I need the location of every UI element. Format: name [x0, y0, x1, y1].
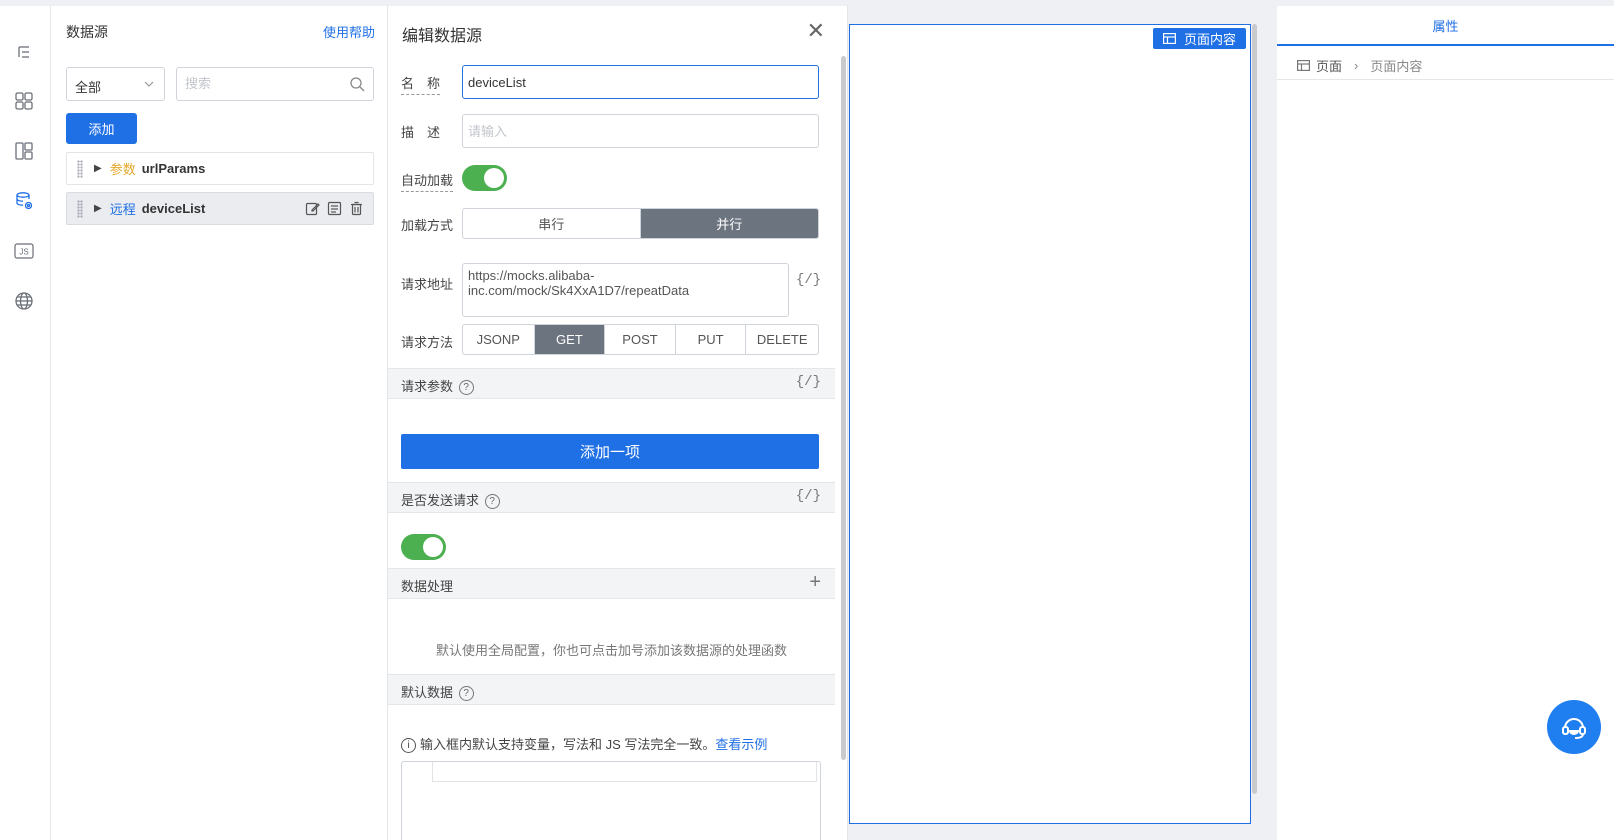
customer-service-icon[interactable] — [1547, 700, 1601, 754]
url-textarea[interactable]: https://mocks.alibaba-inc.com/mock/Sk4Xx… — [462, 263, 789, 317]
help-link[interactable]: 使用帮助 — [323, 22, 375, 41]
outline-icon[interactable] — [12, 40, 36, 64]
help-circle-icon[interactable]: ? — [458, 380, 474, 396]
plus-icon[interactable]: + — [809, 571, 821, 594]
datasource-item-devicelist[interactable]: ▶ 远程 deviceList — [66, 192, 374, 225]
chevron-down-icon — [143, 78, 155, 93]
autoload-toggle[interactable] — [462, 165, 507, 191]
params-variable-toggle[interactable]: {/} — [796, 374, 821, 390]
delete-icon[interactable] — [348, 200, 365, 217]
load-mode-segmented: 串行 并行 — [462, 208, 819, 239]
help-circle-icon[interactable]: ? — [484, 494, 500, 510]
expand-triangle-icon[interactable]: ▶ — [94, 163, 102, 174]
data-processing-section: 数据处理 + — [388, 568, 835, 599]
breadcrumb: 页面 › 页面内容 — [1297, 56, 1422, 75]
view-example-link[interactable]: 查看示例 — [715, 737, 767, 752]
method-delete[interactable]: DELETE — [746, 325, 818, 354]
expand-triangle-icon[interactable]: ▶ — [94, 203, 102, 214]
data-processing-hint: 默认使用全局配置，你也可点击加号添加该数据源的处理函数 — [435, 643, 787, 658]
url-label: 请求地址 — [401, 277, 454, 292]
add-datasource-button[interactable]: 添加 — [66, 113, 137, 144]
description-input[interactable] — [463, 115, 818, 147]
default-data-editor[interactable] — [401, 761, 821, 840]
edit-datasource-panel: 编辑数据源 ✕ 名 称 描 述 自动加载 加载方式 串行 并行 请求地址 htt… — [388, 6, 848, 840]
search-box — [176, 67, 374, 101]
edit-icon[interactable] — [304, 200, 321, 217]
app-root: JS 数据源 使用帮助 全部 添加 ▶ 参数 urlParams — [0, 0, 1614, 840]
search-icon[interactable] — [349, 76, 365, 95]
default-data-section: 默认数据 ? — [388, 674, 835, 705]
method-get[interactable]: GET — [534, 325, 606, 354]
breadcrumb-item-page[interactable]: 页面 — [1316, 56, 1342, 75]
page-icon — [1297, 60, 1310, 71]
breadcrumb-item-page-content[interactable]: 页面内容 — [1370, 56, 1422, 75]
help-circle-icon[interactable]: ? — [458, 686, 474, 702]
add-item-button[interactable]: 添加一项 — [401, 434, 819, 469]
search-input[interactable] — [177, 68, 337, 98]
left-icon-rail: JS — [0, 6, 51, 840]
globe-icon[interactable] — [12, 289, 36, 313]
layout-icon[interactable] — [12, 139, 36, 163]
page-content-tag-label: 页面内容 — [1183, 32, 1236, 47]
description-label: 描 述 — [401, 125, 441, 140]
datasource-name: urlParams — [141, 161, 206, 176]
datasource-item-urlparams[interactable]: ▶ 参数 urlParams — [66, 152, 374, 185]
method-post[interactable]: POST — [605, 325, 676, 354]
edit-panel-scrollbar[interactable] — [841, 56, 846, 760]
send-request-title: 是否发送请求 ? — [401, 490, 500, 510]
copy-icon[interactable] — [326, 200, 343, 217]
name-field — [462, 65, 819, 99]
toggle-knob — [484, 168, 504, 188]
canvas-scrollbar[interactable] — [1252, 24, 1257, 794]
edit-panel-title: 编辑数据源 — [402, 28, 483, 45]
description-field — [462, 114, 819, 148]
type-filter-value: 全部 — [75, 80, 102, 95]
datasource-item-actions — [304, 200, 365, 217]
load-mode-serial[interactable]: 串行 — [463, 209, 641, 238]
data-processing-title: 数据处理 — [401, 579, 454, 594]
drag-handle-icon[interactable] — [77, 199, 83, 218]
js-icon[interactable]: JS — [12, 239, 36, 263]
components-icon[interactable] — [12, 89, 36, 113]
tab-properties[interactable]: 属性 — [1277, 6, 1614, 46]
type-filter-select[interactable]: 全部 — [66, 67, 165, 101]
page-canvas[interactable]: 页面内容 — [849, 24, 1251, 824]
drag-handle-icon[interactable] — [77, 159, 83, 178]
method-jsonp[interactable]: JSONP — [463, 325, 535, 354]
page-block-icon — [1162, 33, 1176, 44]
datasource-panel-title: 数据源 — [66, 24, 108, 40]
datasource-name: deviceList — [141, 201, 206, 216]
js-icon-label: JS — [19, 248, 28, 257]
request-params-section: 请求参数 ? {/} — [388, 368, 835, 399]
toggle-knob — [423, 537, 443, 557]
method-label: 请求方法 — [401, 335, 454, 350]
load-mode-parallel[interactable]: 并行 — [640, 209, 818, 238]
name-input[interactable] — [463, 66, 818, 98]
method-segmented: JSONP GET POST PUT DELETE — [462, 324, 819, 355]
divider — [1277, 79, 1614, 80]
close-icon[interactable]: ✕ — [807, 20, 825, 42]
info-icon: i — [401, 738, 416, 754]
request-params-title: 请求参数 ? — [401, 376, 474, 396]
send-request-section: 是否发送请求 ? {/} — [388, 482, 835, 513]
method-put[interactable]: PUT — [676, 325, 747, 354]
send-request-toggle[interactable] — [401, 534, 446, 560]
default-data-title: 默认数据 ? — [401, 682, 474, 702]
load-mode-label: 加载方式 — [401, 218, 454, 233]
editor-inner-line — [432, 762, 817, 782]
send-variable-toggle[interactable]: {/} — [796, 488, 821, 504]
datasource-panel: 数据源 使用帮助 全部 添加 ▶ 参数 urlParams ▶ 远程 devic… — [51, 6, 388, 840]
autoload-label: 自动加载 — [401, 170, 454, 192]
chevron-right-icon: › — [1354, 58, 1359, 73]
url-variable-toggle[interactable]: {/} — [796, 272, 821, 288]
page-content-tag[interactable]: 页面内容 — [1152, 28, 1246, 49]
datasource-icon[interactable] — [12, 189, 36, 213]
default-data-info: i 输入框内默认支持变量，写法和 JS 写法完全一致。查看示例 — [401, 734, 767, 754]
datasource-type-label: 远程 — [109, 202, 136, 217]
datasource-type-label: 参数 — [109, 162, 136, 177]
name-label: 名 称 — [401, 73, 441, 95]
